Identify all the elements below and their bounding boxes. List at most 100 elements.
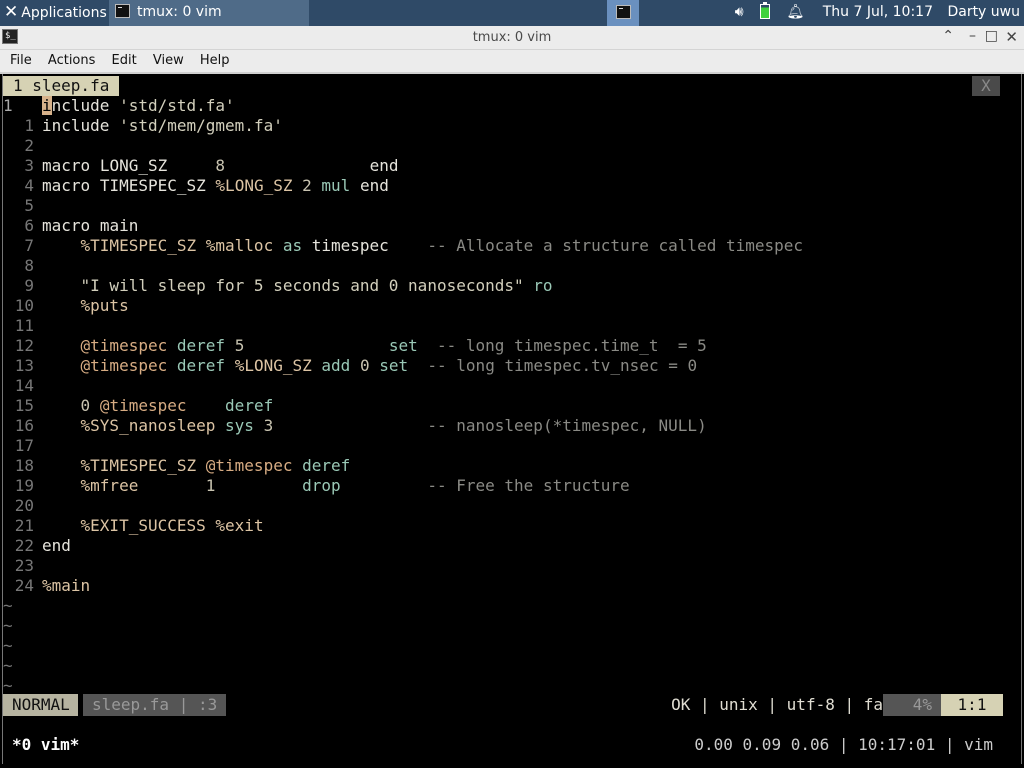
code-text[interactable]: include 'std/std.fa' [42, 96, 235, 116]
vim-tab-sleep-fa[interactable]: 1 sleep.fa [3, 76, 120, 96]
user-name[interactable]: Darty uwu [947, 4, 1020, 20]
menu-help[interactable]: Help [194, 50, 236, 72]
tilde-marker: ~ [3, 676, 13, 695]
code-line[interactable]: 1 include 'std/std.fa' [3, 96, 1021, 116]
code-line[interactable]: 17 [3, 436, 1021, 456]
line-number: 18 [14, 456, 34, 475]
shade-button[interactable]: ⌃ [942, 28, 954, 44]
code-text[interactable]: end [42, 536, 71, 556]
code-line[interactable]: 1 include 'std/mem/gmem.fa' [3, 116, 1021, 136]
line-number: 9 [24, 276, 34, 295]
terminal-area[interactable]: 1 sleep.fa X 1 include 'std/std.fa' 1 inclu… [2, 74, 1022, 764]
code-line[interactable]: 23 [3, 556, 1021, 576]
code-line[interactable]: 9 "I will sleep for 5 seconds and 0 nano… [3, 276, 1021, 296]
code-line[interactable]: 8 [3, 256, 1021, 276]
code-line[interactable]: 10 %puts [3, 296, 1021, 316]
line-number: 14 [14, 376, 34, 395]
volume-icon[interactable]: 🔊︎ [735, 0, 744, 25]
menu-edit[interactable]: Edit [106, 50, 143, 72]
tilde-marker: ~ [3, 616, 13, 635]
line-number: 15 [14, 396, 34, 415]
line-number: 17 [14, 436, 34, 455]
code-line[interactable]: 13 @timespec deref %LONG_SZ add 0 set --… [3, 356, 1021, 376]
line-number: 4 [24, 176, 34, 195]
code-line[interactable]: 19 %mfree 1 drop -- Free the structure [3, 476, 1021, 496]
vim-buffer[interactable]: 1 include 'std/std.fa' 1 include 'std/mem/g… [3, 96, 1021, 696]
code-text[interactable]: macro main [42, 216, 138, 236]
code-line[interactable]: 24 %main [3, 576, 1021, 596]
vim-file-indicator: sleep.fa | :3 [83, 694, 227, 716]
line-number: 19 [14, 476, 34, 495]
code-text[interactable]: %EXIT_SUCCESS %exit [42, 516, 264, 536]
code-line[interactable]: 11 [3, 316, 1021, 336]
workspace-terminal-button[interactable] [607, 0, 639, 26]
line-number: 10 [14, 296, 34, 315]
menu-view[interactable]: View [147, 50, 190, 72]
code-text[interactable]: %mfree 1 drop -- Free the structure [42, 476, 630, 496]
menu-actions[interactable]: Actions [42, 50, 102, 72]
code-line[interactable]: 4 macro TIMESPEC_SZ %LONG_SZ 2 mul end [3, 176, 1021, 196]
text-cursor: i [42, 96, 52, 115]
code-text[interactable]: 0 @timespec deref [42, 396, 274, 416]
minimize-button[interactable]: – [969, 28, 976, 44]
vim-tabline: 1 sleep.fa X [3, 76, 1021, 96]
line-number: 11 [14, 316, 34, 335]
code-text[interactable]: %SYS_nanosleep sys 3 -- nanosleep(*times… [42, 416, 707, 436]
xfce-mouse-x-icon: ✕ [4, 2, 19, 22]
battery-icon[interactable] [760, 2, 771, 19]
line-number: 24 [14, 576, 34, 595]
vim-tab-close-button[interactable]: X [972, 76, 1000, 96]
code-text[interactable]: include 'std/mem/gmem.fa' [42, 116, 283, 136]
notification-bell-icon[interactable]: 🔔︎ [787, 0, 805, 25]
empty-line: ~ [3, 636, 1021, 656]
line-number: 8 [24, 256, 34, 275]
code-text[interactable]: %main [42, 576, 90, 596]
line-number: 12 [14, 336, 34, 355]
code-line[interactable]: 12 @timespec deref 5 set -- long timespe… [3, 336, 1021, 356]
terminal-icon [115, 4, 130, 18]
code-line[interactable]: 5 [3, 196, 1021, 216]
code-text[interactable]: macro TIMESPEC_SZ %LONG_SZ 2 mul end [42, 176, 389, 196]
tilde-marker: ~ [3, 636, 13, 655]
code-line[interactable]: 3 macro LONG_SZ 8 end [3, 156, 1021, 176]
code-line[interactable]: 6 macro main [3, 216, 1021, 236]
window-titlebar[interactable]: $_ tmux: 0 vim ⌃ – □ ✕ [0, 26, 1024, 50]
line-number: 6 [24, 216, 34, 235]
code-text[interactable]: "I will sleep for 5 seconds and 0 nanose… [42, 276, 553, 296]
code-line[interactable]: 18 %TIMESPEC_SZ @timespec deref [3, 456, 1021, 476]
line-number: 5 [24, 196, 34, 215]
code-line[interactable]: 15 0 @timespec deref [3, 396, 1021, 416]
vim-mode: NORMAL [3, 694, 78, 716]
maximize-button[interactable]: □ [985, 28, 998, 44]
code-line[interactable]: 21 %EXIT_SUCCESS %exit [3, 516, 1021, 536]
empty-line: ~ [3, 616, 1021, 636]
tmux-window-name[interactable]: *0 vim* [12, 734, 79, 756]
code-text[interactable]: macro LONG_SZ 8 end [42, 156, 398, 176]
code-text[interactable]: @timespec deref %LONG_SZ add 0 set -- lo… [42, 356, 698, 376]
line-number: 16 [14, 416, 34, 435]
tmux-statusbar: *0 vim* 0.00 0.09 0.06 | 10:17:01 | vim [3, 734, 1021, 756]
code-text[interactable]: %TIMESPEC_SZ %malloc as timespec -- Allo… [42, 236, 804, 256]
close-button[interactable]: ✕ [1005, 28, 1018, 46]
taskbar-item-terminal[interactable]: tmux: 0 vim [109, 0, 309, 26]
code-text[interactable]: %TIMESPEC_SZ @timespec deref [42, 456, 351, 476]
code-line[interactable]: 14 [3, 376, 1021, 396]
tilde-marker: ~ [3, 596, 13, 615]
terminal-icon [615, 5, 631, 19]
code-text[interactable]: @timespec deref 5 set -- long timespec.t… [42, 336, 707, 356]
code-line[interactable]: 7 %TIMESPEC_SZ %malloc as timespec -- Al… [3, 236, 1021, 256]
menu-file[interactable]: File [4, 50, 38, 72]
code-line[interactable]: 22 end [3, 536, 1021, 556]
applications-menu-button[interactable]: ✕ Applications [0, 0, 108, 26]
code-line[interactable]: 16 %SYS_nanosleep sys 3 -- nanosleep(*ti… [3, 416, 1021, 436]
clock[interactable]: Thu 7 Jul, 10:17 [823, 4, 933, 20]
code-text[interactable]: %puts [42, 296, 129, 316]
line-number: 1 [3, 96, 13, 115]
line-number: 21 [14, 516, 34, 535]
empty-line: ~ [3, 676, 1021, 696]
window-title: tmux: 0 vim [472, 30, 552, 45]
code-line[interactable]: 20 [3, 496, 1021, 516]
line-number: 7 [24, 236, 34, 255]
code-line[interactable]: 2 [3, 136, 1021, 156]
line-number: 1 [24, 116, 34, 135]
